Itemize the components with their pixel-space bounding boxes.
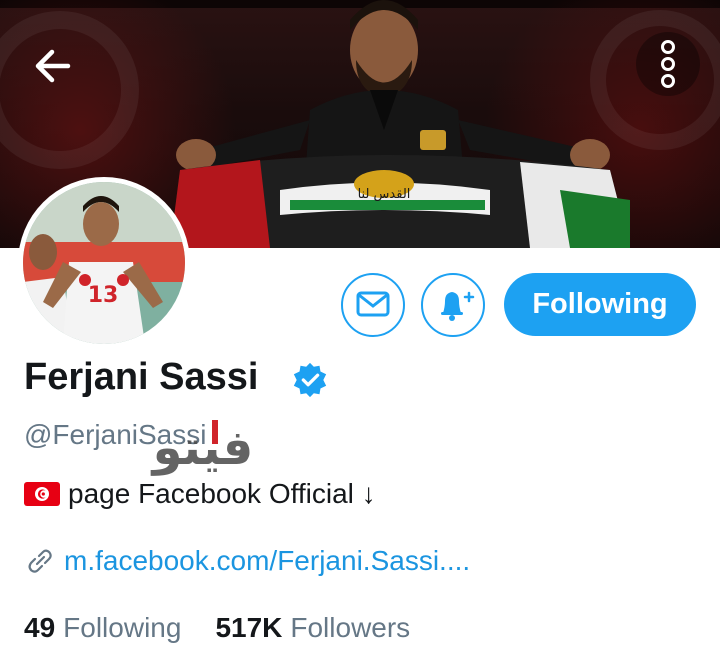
message-button[interactable] xyxy=(341,273,405,337)
back-arrow-icon[interactable] xyxy=(28,38,84,94)
following-stat[interactable]: 49 Following xyxy=(24,612,181,644)
verified-badge-icon xyxy=(293,362,327,398)
more-options-button[interactable] xyxy=(636,32,700,96)
profile-stats: 49 Following 517K Followers xyxy=(24,612,410,644)
tunisia-flag-icon xyxy=(24,482,60,506)
following-count: 49 xyxy=(24,612,56,643)
more-dot-icon xyxy=(661,40,675,54)
svg-text:فيتو: فيتو xyxy=(151,420,254,476)
avatar[interactable]: 13 xyxy=(18,177,190,349)
link-icon xyxy=(28,549,52,573)
profile-link[interactable]: m.facebook.com/Ferjani.Sassi.... xyxy=(64,545,470,577)
mail-icon xyxy=(356,291,390,317)
profile-link-row[interactable]: m.facebook.com/Ferjani.Sassi.... xyxy=(24,545,470,577)
svg-text:القدس لنا: القدس لنا xyxy=(358,187,411,202)
followers-stat[interactable]: 517K Followers xyxy=(215,612,410,644)
profile-name: Ferjani Sassi xyxy=(24,356,259,398)
followers-count: 517K xyxy=(215,612,283,643)
bio-text: page Facebook Official ↓ xyxy=(68,478,376,509)
watermark-logo: فيتو xyxy=(151,420,254,476)
more-dot-icon xyxy=(661,74,675,88)
avatar-image: 13 xyxy=(23,182,185,344)
more-dot-icon xyxy=(661,57,675,71)
followers-label: Followers xyxy=(290,612,411,643)
profile-bio: page Facebook Official ↓ xyxy=(24,478,376,510)
svg-text:13: 13 xyxy=(88,283,119,308)
notifications-button[interactable] xyxy=(421,273,485,337)
bell-plus-icon xyxy=(441,291,475,321)
following-label: Following xyxy=(63,612,182,643)
following-button[interactable]: Following xyxy=(504,273,696,336)
